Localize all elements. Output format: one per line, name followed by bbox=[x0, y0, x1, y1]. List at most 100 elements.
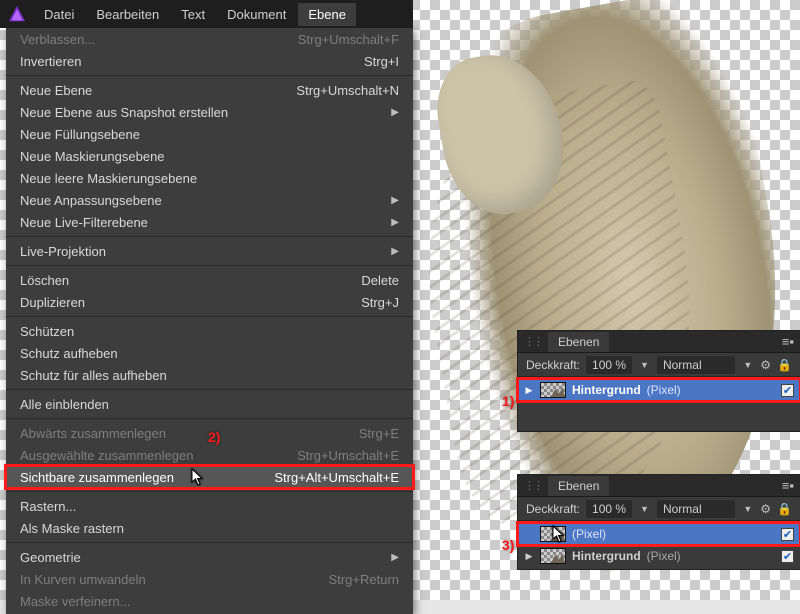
cursor-icon bbox=[191, 468, 205, 489]
menu-separator bbox=[6, 418, 413, 419]
menu-shortcut: Strg+Umschalt+N bbox=[276, 83, 399, 98]
menu-item[interactable]: Neue Ebene Strg+Umschalt+N bbox=[6, 79, 413, 101]
menu-item-label: Schutz für alles aufheben bbox=[20, 368, 167, 383]
opacity-field[interactable]: 100 % bbox=[586, 500, 632, 518]
layer-name: Hintergrund bbox=[572, 383, 641, 397]
menu-item-label: Neue leere Maskierungsebene bbox=[20, 171, 197, 186]
menu-item-label: Geometrie bbox=[20, 550, 81, 565]
menu-item-label: Abwärts zusammenlegen bbox=[20, 426, 166, 441]
blend-caret-icon[interactable]: ▼ bbox=[741, 360, 754, 370]
menu-item: Verblassen...Strg+Umschalt+F bbox=[6, 28, 413, 50]
menu-item-label: Neue Ebene bbox=[20, 83, 92, 98]
menu-item[interactable]: Neue Maskierungsebene bbox=[6, 145, 413, 167]
layer-thumbnail[interactable] bbox=[540, 382, 566, 398]
menu-item-label: Neue Anpassungsebene bbox=[20, 193, 162, 208]
menu-shortcut: Strg+E bbox=[339, 426, 399, 441]
blend-caret-icon[interactable]: ▼ bbox=[741, 504, 754, 514]
menu-item: In Kurven umwandelnStrg+Return bbox=[6, 568, 413, 590]
menu-item[interactable]: Neue Füllungsebene bbox=[6, 123, 413, 145]
menu-item[interactable]: Alle einblenden bbox=[6, 393, 413, 415]
layer-visibility-checkbox[interactable]: ✔ bbox=[781, 384, 794, 397]
panel-tab-ebenen[interactable]: Ebenen bbox=[548, 332, 609, 352]
layers-list-bottom: ▶ (Pixel) ✔ ▶ Hintergrund (Pixel) ✔ bbox=[518, 521, 800, 569]
disclosure-icon[interactable]: ▶ bbox=[524, 385, 534, 396]
opacity-caret-icon[interactable]: ▼ bbox=[638, 504, 651, 514]
menu-shortcut: Strg+I bbox=[344, 54, 399, 69]
menu-item[interactable]: Schutz aufheben bbox=[6, 342, 413, 364]
layer-row-hintergrund[interactable]: ▶ Hintergrund (Pixel) ✔ bbox=[518, 545, 800, 567]
app-menubar: Datei Bearbeiten Text Dokument Ebene bbox=[0, 0, 413, 28]
menu-item[interactable]: Neue Anpassungsebene ▶ bbox=[6, 189, 413, 211]
menu-separator bbox=[6, 265, 413, 266]
menu-item[interactable]: Geometrie ▶ bbox=[6, 546, 413, 568]
menu-text[interactable]: Text bbox=[171, 3, 215, 26]
menu-item-label: Neue Ebene aus Snapshot erstellen bbox=[20, 105, 228, 120]
menu-item-label: Alle einblenden bbox=[20, 397, 109, 412]
menu-item[interactable]: Neue Ebene aus Snapshot erstellen▶ bbox=[6, 101, 413, 123]
menu-item-label: Schützen bbox=[20, 324, 74, 339]
menu-item-label: Löschen bbox=[20, 273, 69, 288]
submenu-arrow-icon: ▶ bbox=[391, 552, 399, 563]
menu-item[interactable]: DuplizierenStrg+J bbox=[6, 291, 413, 313]
opacity-label: Deckkraft: bbox=[526, 502, 580, 516]
menu-item-label: Ausgewählte zusammenlegen bbox=[20, 448, 193, 463]
cursor-icon bbox=[552, 525, 566, 546]
menu-dokument[interactable]: Dokument bbox=[217, 3, 296, 26]
menu-item-label: Live-Projektion bbox=[20, 244, 106, 259]
menu-item-label: Rastern... bbox=[20, 499, 76, 514]
menu-item-label: Sichtbare zusammenlegen bbox=[20, 470, 174, 485]
panel-options-row: Deckkraft: 100 % ▼ Normal ▼ ⚙ 🔒 bbox=[518, 497, 800, 521]
menu-shortcut: Strg+Return bbox=[309, 572, 399, 587]
panel-grip-icon[interactable]: ⋮⋮ bbox=[524, 335, 542, 348]
layer-row-pixel-merged[interactable]: ▶ (Pixel) ✔ bbox=[518, 523, 800, 545]
menu-item[interactable]: Neue leere Maskierungsebene bbox=[6, 167, 413, 189]
menu-shortcut: Strg+J bbox=[341, 295, 399, 310]
menu-item[interactable]: Neue Live-Filterebene▶ bbox=[6, 211, 413, 233]
lock-icon[interactable]: 🔒 bbox=[777, 358, 792, 372]
blend-mode-select[interactable]: Normal bbox=[657, 356, 735, 374]
layers-panel-bottom: ⋮⋮ Ebenen ≡▪ Deckkraft: 100 % ▼ Normal ▼… bbox=[518, 475, 800, 569]
panel-tab-ebenen[interactable]: Ebenen bbox=[548, 476, 609, 496]
submenu-arrow-icon: ▶ bbox=[391, 246, 399, 257]
menu-item: Abwärts zusammenlegen Strg+E bbox=[6, 422, 413, 444]
lock-icon[interactable]: 🔒 bbox=[777, 502, 792, 516]
panel-titlebar[interactable]: ⋮⋮ Ebenen ≡▪ bbox=[518, 475, 800, 497]
gear-icon[interactable]: ⚙ bbox=[760, 358, 771, 372]
layer-visibility-checkbox[interactable]: ✔ bbox=[781, 550, 794, 563]
submenu-arrow-icon: ▶ bbox=[391, 195, 399, 206]
opacity-caret-icon[interactable]: ▼ bbox=[638, 360, 651, 370]
panel-titlebar[interactable]: ⋮⋮ Ebenen ≡▪ bbox=[518, 331, 800, 353]
panel-empty-area bbox=[518, 401, 800, 429]
blend-mode-select[interactable]: Normal bbox=[657, 500, 735, 518]
layer-name: Hintergrund bbox=[572, 549, 641, 563]
menu-separator bbox=[6, 491, 413, 492]
panel-menu-icon[interactable]: ≡▪ bbox=[782, 334, 794, 349]
layers-panel-top: ⋮⋮ Ebenen ≡▪ Deckkraft: 100 % ▼ Normal ▼… bbox=[518, 331, 800, 431]
menu-item[interactable]: Als Maske rastern bbox=[6, 517, 413, 539]
menu-item[interactable]: Rastern... bbox=[6, 495, 413, 517]
layer-kind: (Pixel) bbox=[647, 549, 681, 563]
layer-visibility-checkbox[interactable]: ✔ bbox=[781, 528, 794, 541]
menu-datei[interactable]: Datei bbox=[34, 3, 84, 26]
menu-item[interactable]: InvertierenStrg+I bbox=[6, 50, 413, 72]
layer-row-hintergrund[interactable]: ▶ Hintergrund (Pixel) ✔ bbox=[518, 379, 800, 401]
menu-bearbeiten[interactable]: Bearbeiten bbox=[86, 3, 169, 26]
menu-item[interactable]: LöschenDelete bbox=[6, 269, 413, 291]
menu-shortcut: Strg+Alt+Umschalt+E bbox=[254, 470, 399, 485]
layer-kind: (Pixel) bbox=[647, 383, 681, 397]
disclosure-icon[interactable]: ▶ bbox=[524, 551, 534, 562]
panel-grip-icon[interactable]: ⋮⋮ bbox=[524, 479, 542, 492]
menu-separator bbox=[6, 75, 413, 76]
menu-ebene[interactable]: Ebene bbox=[298, 3, 356, 26]
panel-menu-icon[interactable]: ≡▪ bbox=[782, 478, 794, 493]
menu-separator bbox=[6, 542, 413, 543]
layer-thumbnail[interactable] bbox=[540, 548, 566, 564]
menu-item[interactable]: Live-Projektion ▶ bbox=[6, 240, 413, 262]
opacity-label: Deckkraft: bbox=[526, 358, 580, 372]
opacity-field[interactable]: 100 % bbox=[586, 356, 632, 374]
menu-item[interactable]: Schutz für alles aufheben bbox=[6, 364, 413, 386]
menu-item[interactable]: Schützen bbox=[6, 320, 413, 342]
gear-icon[interactable]: ⚙ bbox=[760, 502, 771, 516]
menu-item[interactable]: Sichtbare zusammenlegen Strg+Alt+Umschalt… bbox=[6, 466, 413, 488]
menu-item-label: Neue Live-Filterebene bbox=[20, 215, 148, 230]
